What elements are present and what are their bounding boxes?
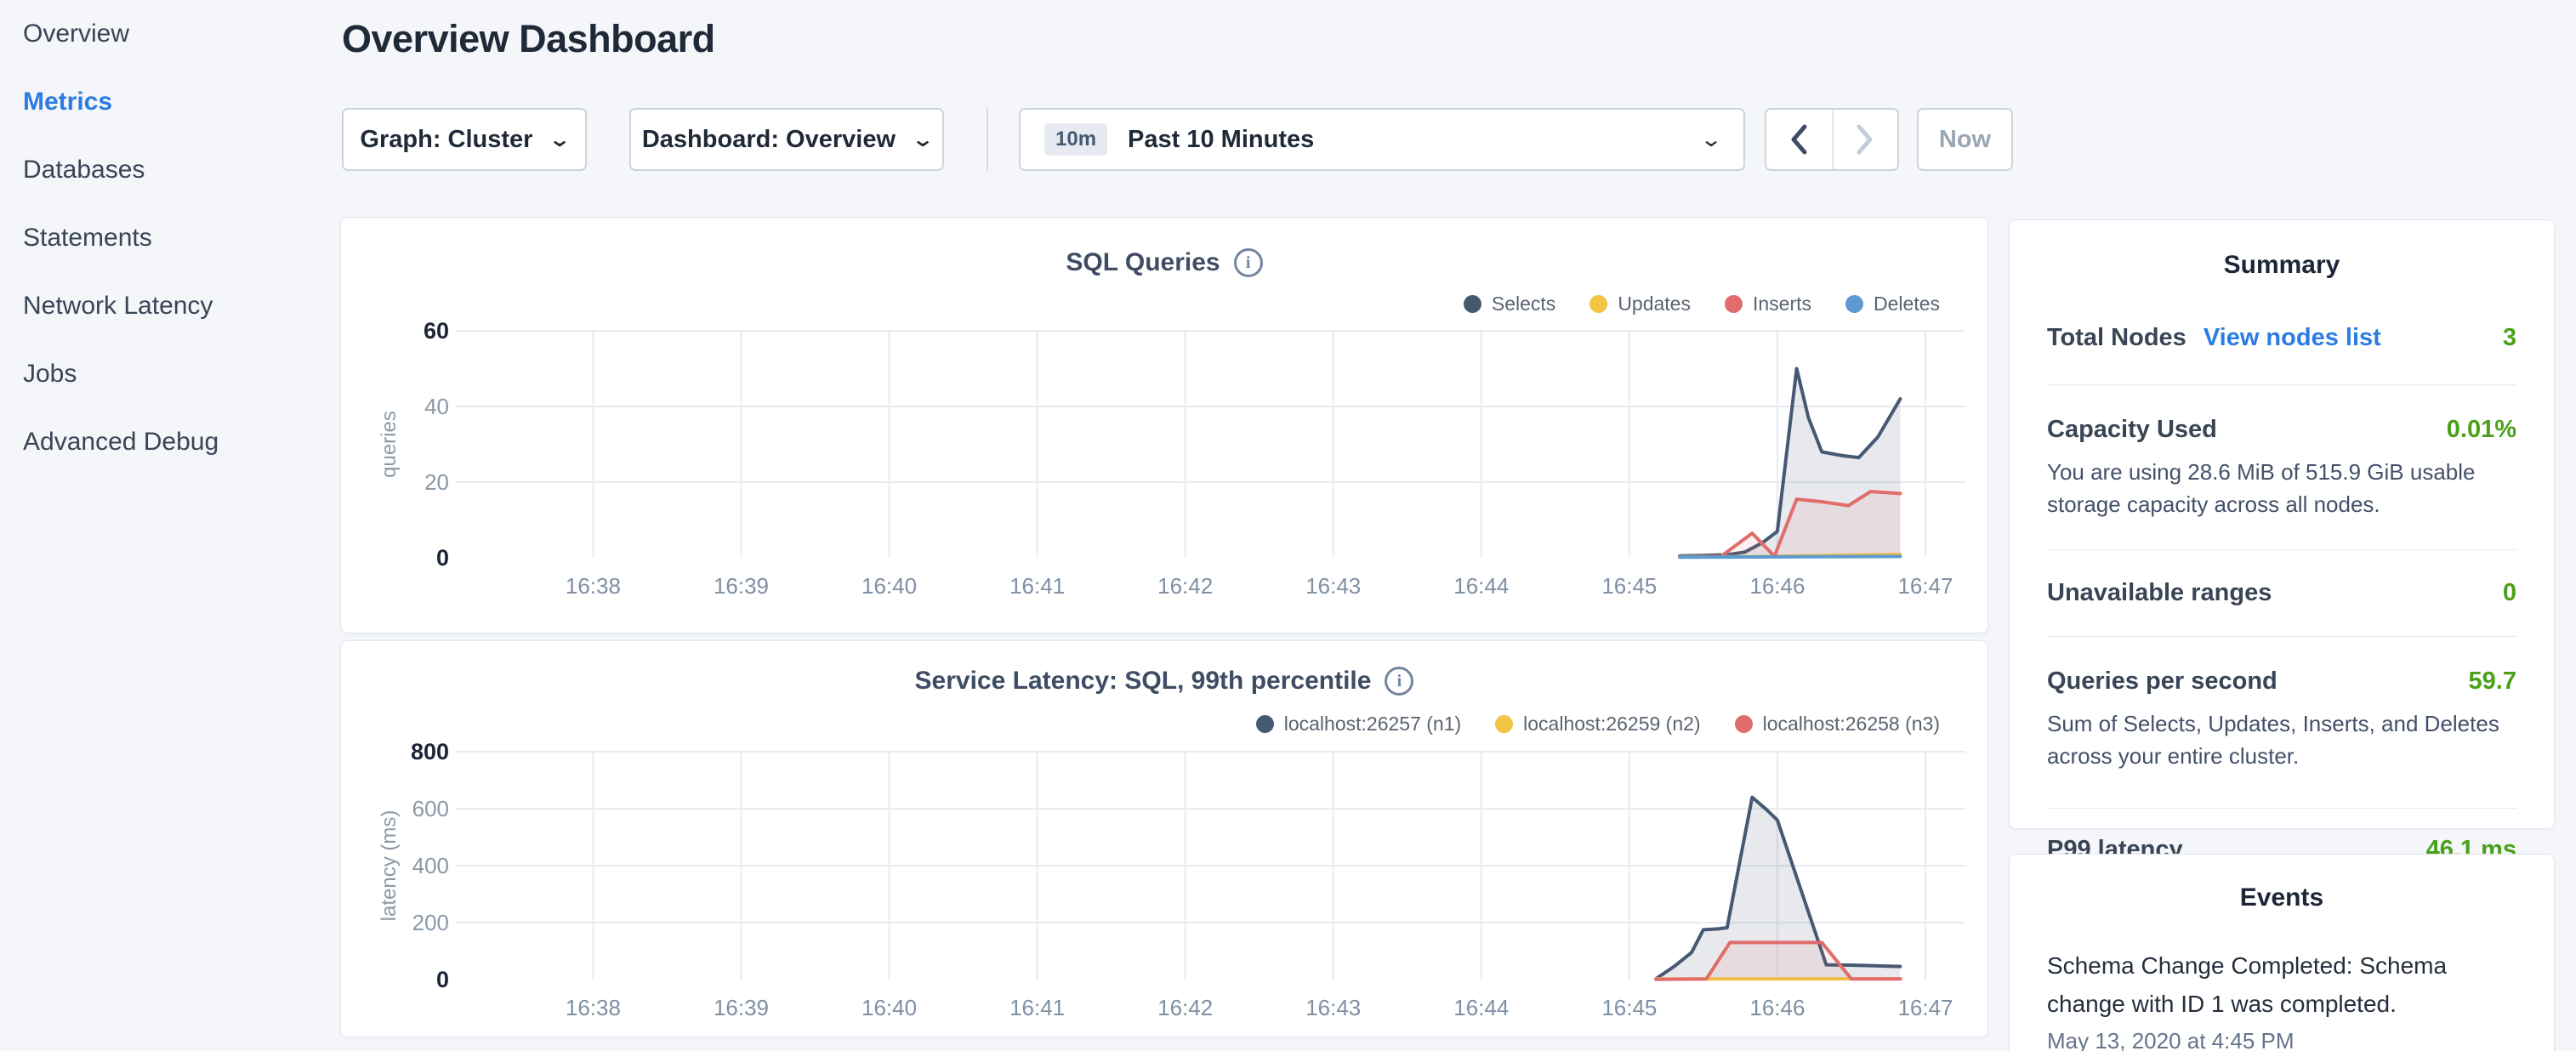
svg-text:16:47: 16:47 — [1897, 573, 1953, 599]
svg-text:800: 800 — [411, 739, 449, 764]
svg-text:16:46: 16:46 — [1749, 995, 1805, 1020]
chevron-down-icon: ⌄ — [1699, 128, 1722, 152]
events-title: Events — [2047, 883, 2516, 912]
summary-divider — [2047, 808, 2516, 809]
summary-divider — [2047, 549, 2516, 550]
summary-row-value: 0 — [2503, 579, 2516, 607]
svg-text:16:42: 16:42 — [1157, 995, 1213, 1020]
svg-text:0: 0 — [436, 545, 449, 571]
summary-row: Queries per second 59.7 — [2047, 668, 2516, 696]
time-shift-back-button[interactable] — [1766, 110, 1832, 169]
time-shift-button-group — [1765, 108, 1899, 171]
summary-row-label: Unavailable ranges — [2047, 579, 2272, 607]
sidebar-item-metrics[interactable]: Metrics — [0, 68, 340, 136]
svg-text:16:38: 16:38 — [566, 995, 621, 1020]
event-message: Schema Change Completed: Schema change w… — [2047, 946, 2516, 1023]
summary-row-label: Capacity Used — [2047, 416, 2217, 444]
svg-text:16:45: 16:45 — [1601, 995, 1657, 1020]
dashboard-dropdown-label: Dashboard: Overview — [642, 126, 896, 154]
sql-queries-plot[interactable]: 0 20 40 60 16:38 16:39 16:40 16:41 16:42 16:43 16:… — [341, 218, 1989, 634]
svg-text:16:41: 16:41 — [1009, 995, 1065, 1020]
sidebar-item-databases[interactable]: Databases — [0, 136, 340, 204]
metrics-page: OverviewMetricsDatabasesStatementsNetwor… — [0, 0, 2576, 1051]
view-nodes-list-link[interactable]: View nodes list — [2204, 324, 2381, 352]
svg-text:16:44: 16:44 — [1453, 995, 1509, 1020]
svg-text:queries: queries — [378, 411, 401, 478]
svg-text:40: 40 — [424, 394, 449, 419]
svg-text:16:43: 16:43 — [1305, 995, 1361, 1020]
svg-text:60: 60 — [424, 318, 449, 344]
time-shift-forward-button[interactable] — [1832, 110, 1897, 169]
sidebar-item-network-latency[interactable]: Network Latency — [0, 272, 340, 340]
summary-panel: Summary Total Nodes View nodes list 3 Capac… — [2009, 219, 2555, 829]
summary-row-value: 59.7 — [2469, 668, 2516, 696]
svg-text:16:38: 16:38 — [566, 573, 621, 599]
chevron-down-icon: ⌄ — [911, 128, 934, 152]
graph-scope-dropdown[interactable]: Graph: Cluster ⌄ — [342, 108, 587, 171]
svg-text:16:45: 16:45 — [1601, 573, 1657, 599]
svg-text:16:39: 16:39 — [714, 573, 769, 599]
summary-row-value: 0.01% — [2447, 416, 2516, 444]
svg-text:16:47: 16:47 — [1897, 995, 1953, 1020]
now-button-label: Now — [1939, 126, 1991, 154]
summary-rows: Total Nodes View nodes list 3 Capacity Used… — [2047, 324, 2516, 864]
svg-text:600: 600 — [412, 796, 449, 821]
svg-text:16:39: 16:39 — [714, 995, 769, 1020]
events-panel: Events Schema Change Completed: Schema c… — [2009, 854, 2555, 1051]
svg-text:latency (ms): latency (ms) — [378, 810, 401, 922]
summary-row-description: You are using 28.6 MiB of 515.9 GiB usab… — [2047, 456, 2516, 520]
sidebar-item-statements[interactable]: Statements — [0, 204, 340, 272]
svg-text:200: 200 — [412, 910, 449, 935]
time-range-badge: 10m — [1044, 123, 1107, 156]
time-range-label: Past 10 Minutes — [1128, 126, 1314, 154]
event-timestamp: May 13, 2020 at 4:45 PM — [2047, 1028, 2516, 1051]
summary-row: Unavailable ranges 0 — [2047, 579, 2516, 607]
service-latency-plot[interactable]: 0 200 400 600 800 16:38 16:39 16:40 16:41 16:42 16… — [341, 641, 1989, 1038]
svg-text:20: 20 — [424, 469, 449, 495]
summary-row: Total Nodes View nodes list 3 — [2047, 324, 2516, 352]
service-latency-chart-card: Service Latency: SQL, 99th percentile i … — [340, 640, 1988, 1037]
summary-divider — [2047, 636, 2516, 637]
summary-row-label: Queries per second — [2047, 668, 2277, 696]
now-button[interactable]: Now — [1917, 108, 2013, 171]
dashboard-dropdown[interactable]: Dashboard: Overview ⌄ — [629, 108, 944, 171]
controls-divider — [987, 108, 988, 171]
svg-text:16:43: 16:43 — [1305, 573, 1361, 599]
sidebar-item-jobs[interactable]: Jobs — [0, 340, 340, 408]
summary-divider — [2047, 384, 2516, 385]
sidebar: OverviewMetricsDatabasesStatementsNetwor… — [0, 0, 340, 1051]
summary-title: Summary — [2047, 251, 2516, 280]
summary-row-value: 3 — [2503, 324, 2516, 352]
sql-queries-chart-card: SQL Queries i SelectsUpdatesInsertsDelet… — [340, 217, 1988, 633]
sidebar-item-advanced-debug[interactable]: Advanced Debug — [0, 408, 340, 476]
graph-scope-dropdown-label: Graph: Cluster — [360, 126, 532, 154]
svg-text:0: 0 — [436, 967, 449, 992]
summary-row: Capacity Used 0.01% — [2047, 416, 2516, 444]
chevron-down-icon: ⌄ — [549, 128, 571, 152]
time-range-dropdown[interactable]: 10m Past 10 Minutes ⌄ — [1019, 108, 1745, 171]
svg-text:16:44: 16:44 — [1453, 573, 1509, 599]
svg-text:16:40: 16:40 — [862, 573, 917, 599]
svg-text:400: 400 — [412, 853, 449, 878]
summary-row-label: Total Nodes — [2047, 324, 2186, 352]
summary-row-description: Sum of Selects, Updates, Inserts, and De… — [2047, 707, 2516, 772]
sidebar-item-overview[interactable]: Overview — [0, 0, 340, 68]
forward-chevron-icon — [1856, 124, 1874, 155]
svg-text:16:42: 16:42 — [1157, 573, 1213, 599]
event-item[interactable]: Schema Change Completed: Schema change w… — [2047, 946, 2516, 1051]
events-list: Schema Change Completed: Schema change w… — [2047, 946, 2516, 1051]
svg-text:16:46: 16:46 — [1749, 573, 1805, 599]
back-chevron-icon — [1789, 124, 1808, 155]
svg-text:16:41: 16:41 — [1009, 573, 1065, 599]
page-title: Overview Dashboard — [342, 17, 715, 61]
svg-text:16:40: 16:40 — [862, 995, 917, 1020]
